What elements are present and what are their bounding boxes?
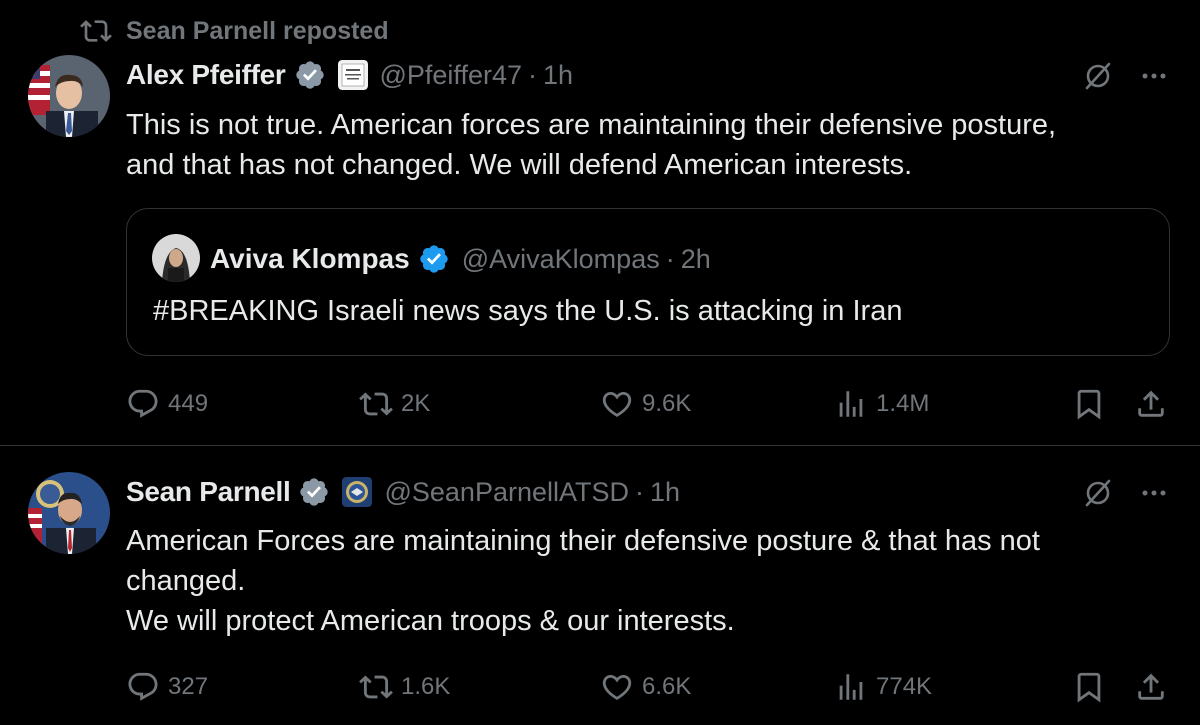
view-count: 1.4M: [876, 390, 930, 417]
verified-badge-icon[interactable]: [418, 243, 450, 275]
separator-dot: ·: [528, 59, 537, 90]
heart-icon: [602, 674, 632, 700]
more-options-icon[interactable]: [1138, 60, 1170, 92]
quote-header: Aviva Klompas @AvivaKlompas · 2h: [210, 240, 711, 278]
analytics-icon: [839, 391, 863, 417]
department-seal-badge-icon[interactable]: [342, 477, 373, 507]
like-count: 9.6K: [642, 390, 692, 417]
tweet-alex-pfeiffer[interactable]: Sean Parnell reposted Alex Pfeiffer @Pfe…: [0, 0, 1200, 446]
reply-button[interactable]: 449: [126, 384, 208, 424]
quoted-tweet[interactable]: Aviva Klompas @AvivaKlompas · 2h #BREAKI…: [126, 208, 1170, 356]
tweet-header: Alex Pfeiffer @Pfeiffer47 · 1h: [126, 55, 573, 95]
tweet-text-line: changed.: [126, 565, 246, 597]
white-house-badge-icon[interactable]: [337, 60, 368, 90]
repost-count: 1.6K: [401, 673, 451, 700]
repost-button[interactable]: 2K: [359, 384, 430, 424]
author-handle[interactable]: @SeanParnellATSD: [384, 477, 629, 508]
repost-button[interactable]: 1.6K: [359, 667, 450, 707]
like-count: 6.6K: [642, 673, 692, 700]
quote-author-handle[interactable]: @AvivaKlompas: [462, 244, 660, 275]
tweet-actions: 327 1.6K 6.6K 774K: [126, 667, 1176, 707]
like-button[interactable]: 9.6K: [600, 384, 691, 424]
timestamp[interactable]: 1h: [543, 60, 573, 91]
share-icon: [1138, 390, 1164, 417]
reply-count: 449: [168, 390, 209, 417]
tweet-sean-parnell[interactable]: Sean Parnell @SeanParnellATSD · 1h Ameri…: [0, 446, 1200, 725]
tweet-text-line: and that has not changed. We will defend…: [126, 149, 913, 181]
author-name[interactable]: Sean Parnell: [126, 476, 291, 508]
repost-text: Sean Parnell reposted: [126, 16, 389, 45]
timestamp[interactable]: 1h: [650, 477, 680, 508]
retweet-icon: [359, 392, 393, 416]
tweet-text-line: American Forces are maintaining their de…: [126, 525, 1040, 557]
bookmark-button[interactable]: [1072, 667, 1106, 707]
share-button[interactable]: [1134, 667, 1168, 707]
tweet-text-line: This is not true. American forces are ma…: [126, 109, 1057, 141]
quote-avatar[interactable]: [152, 234, 200, 282]
tweet-text: American Forces are maintaining their de…: [126, 521, 1156, 641]
bookmark-button[interactable]: [1072, 384, 1106, 424]
grok-icon[interactable]: [1082, 60, 1114, 92]
bookmark-icon: [1077, 389, 1101, 420]
separator-dot: ·: [635, 476, 645, 507]
reply-icon: [128, 672, 158, 701]
heart-icon: [602, 391, 632, 417]
views-button[interactable]: 774K: [834, 667, 932, 707]
reply-icon: [128, 389, 158, 418]
tweet-text: This is not true. American forces are ma…: [126, 105, 1156, 185]
avatar[interactable]: [28, 55, 110, 137]
grok-icon[interactable]: [1082, 477, 1114, 509]
quote-author-name[interactable]: Aviva Klompas: [210, 243, 410, 275]
share-button[interactable]: [1134, 384, 1168, 424]
share-icon: [1138, 673, 1164, 700]
more-options-icon[interactable]: [1138, 477, 1170, 509]
separator-dot: ·: [665, 243, 675, 274]
repost-count: 2K: [401, 390, 431, 417]
like-button[interactable]: 6.6K: [600, 667, 691, 707]
repost-indicator[interactable]: Sean Parnell reposted: [80, 14, 389, 48]
author-handle[interactable]: @Pfeiffer47: [380, 60, 523, 91]
verified-badge-icon[interactable]: [298, 476, 330, 508]
reply-button[interactable]: 327: [126, 667, 208, 707]
views-button[interactable]: 1.4M: [834, 384, 929, 424]
retweet-icon: [359, 675, 393, 699]
reply-count: 327: [168, 673, 209, 700]
retweet-icon: [80, 20, 112, 42]
analytics-icon: [839, 674, 863, 700]
tweet-text-line: We will protect American troops & our in…: [126, 605, 735, 637]
quote-text: #BREAKING Israeli news says the U.S. is …: [153, 295, 903, 327]
tweet-header: Sean Parnell @SeanParnellATSD · 1h: [126, 472, 680, 512]
bookmark-icon: [1077, 672, 1101, 703]
author-name[interactable]: Alex Pfeiffer: [126, 59, 286, 91]
view-count: 774K: [876, 673, 933, 700]
verified-badge-icon[interactable]: [294, 59, 326, 91]
quote-timestamp[interactable]: 2h: [681, 244, 711, 275]
tweet-actions: 449 2K 9.6K 1.4M: [126, 384, 1176, 424]
avatar[interactable]: [28, 472, 110, 554]
